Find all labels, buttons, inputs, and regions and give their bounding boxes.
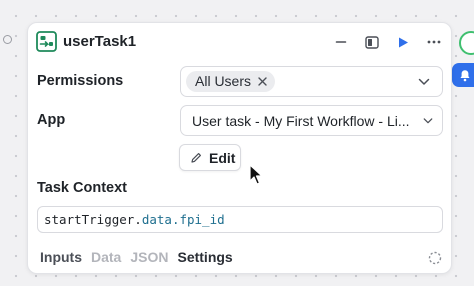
tab-inputs[interactable]: Inputs [40,249,82,265]
app-label: App [37,112,66,128]
task-icon [36,31,57,52]
pencil-icon [191,153,201,163]
task-context-label: Task Context [37,180,127,196]
minimize-button[interactable] [332,33,350,51]
notification-badge[interactable] [452,63,474,87]
minimize-icon [335,41,347,43]
right-connection-handle[interactable] [459,31,474,55]
task-context-code-prefix: startTrigger. [44,212,142,227]
left-connection-handle[interactable] [3,35,12,44]
chevron-down-icon [418,78,430,85]
edit-button[interactable]: Edit [179,144,241,171]
panel-icon [365,35,379,49]
edit-button-label: Edit [209,150,236,166]
play-icon [399,37,408,47]
mouse-cursor-icon [249,164,263,185]
permission-chip: All Users [186,71,276,92]
node-tabs: Inputs Data JSON Settings [40,249,242,265]
task-context-input[interactable]: startTrigger.data.fpi_id [37,206,443,233]
panel-toggle-button[interactable] [363,33,381,51]
tab-json[interactable]: JSON [130,249,168,265]
app-select-value: User task - My First Workflow - Li... [192,113,410,129]
node-title[interactable]: userTask1 [63,33,136,50]
tab-data[interactable]: Data [91,249,121,265]
bell-icon [460,69,470,81]
run-button[interactable] [394,33,412,51]
chevron-down-icon [423,118,433,124]
tab-settings[interactable]: Settings [177,249,232,265]
app-select[interactable]: User task - My First Workflow - Li... [180,105,443,136]
close-icon[interactable] [257,76,268,87]
more-options-button[interactable] [425,33,443,51]
permissions-label: Permissions [37,73,124,89]
user-task-node-card: userTask1 Permissions All Users App User… [27,22,452,274]
permissions-select[interactable]: All Users [180,66,443,97]
loading-spinner-icon[interactable] [428,251,442,265]
node-header: userTask1 [28,23,451,61]
task-context-code-path: data.fpi_id [141,212,225,227]
permission-chip-label: All Users [195,73,252,89]
more-icon [427,40,441,44]
